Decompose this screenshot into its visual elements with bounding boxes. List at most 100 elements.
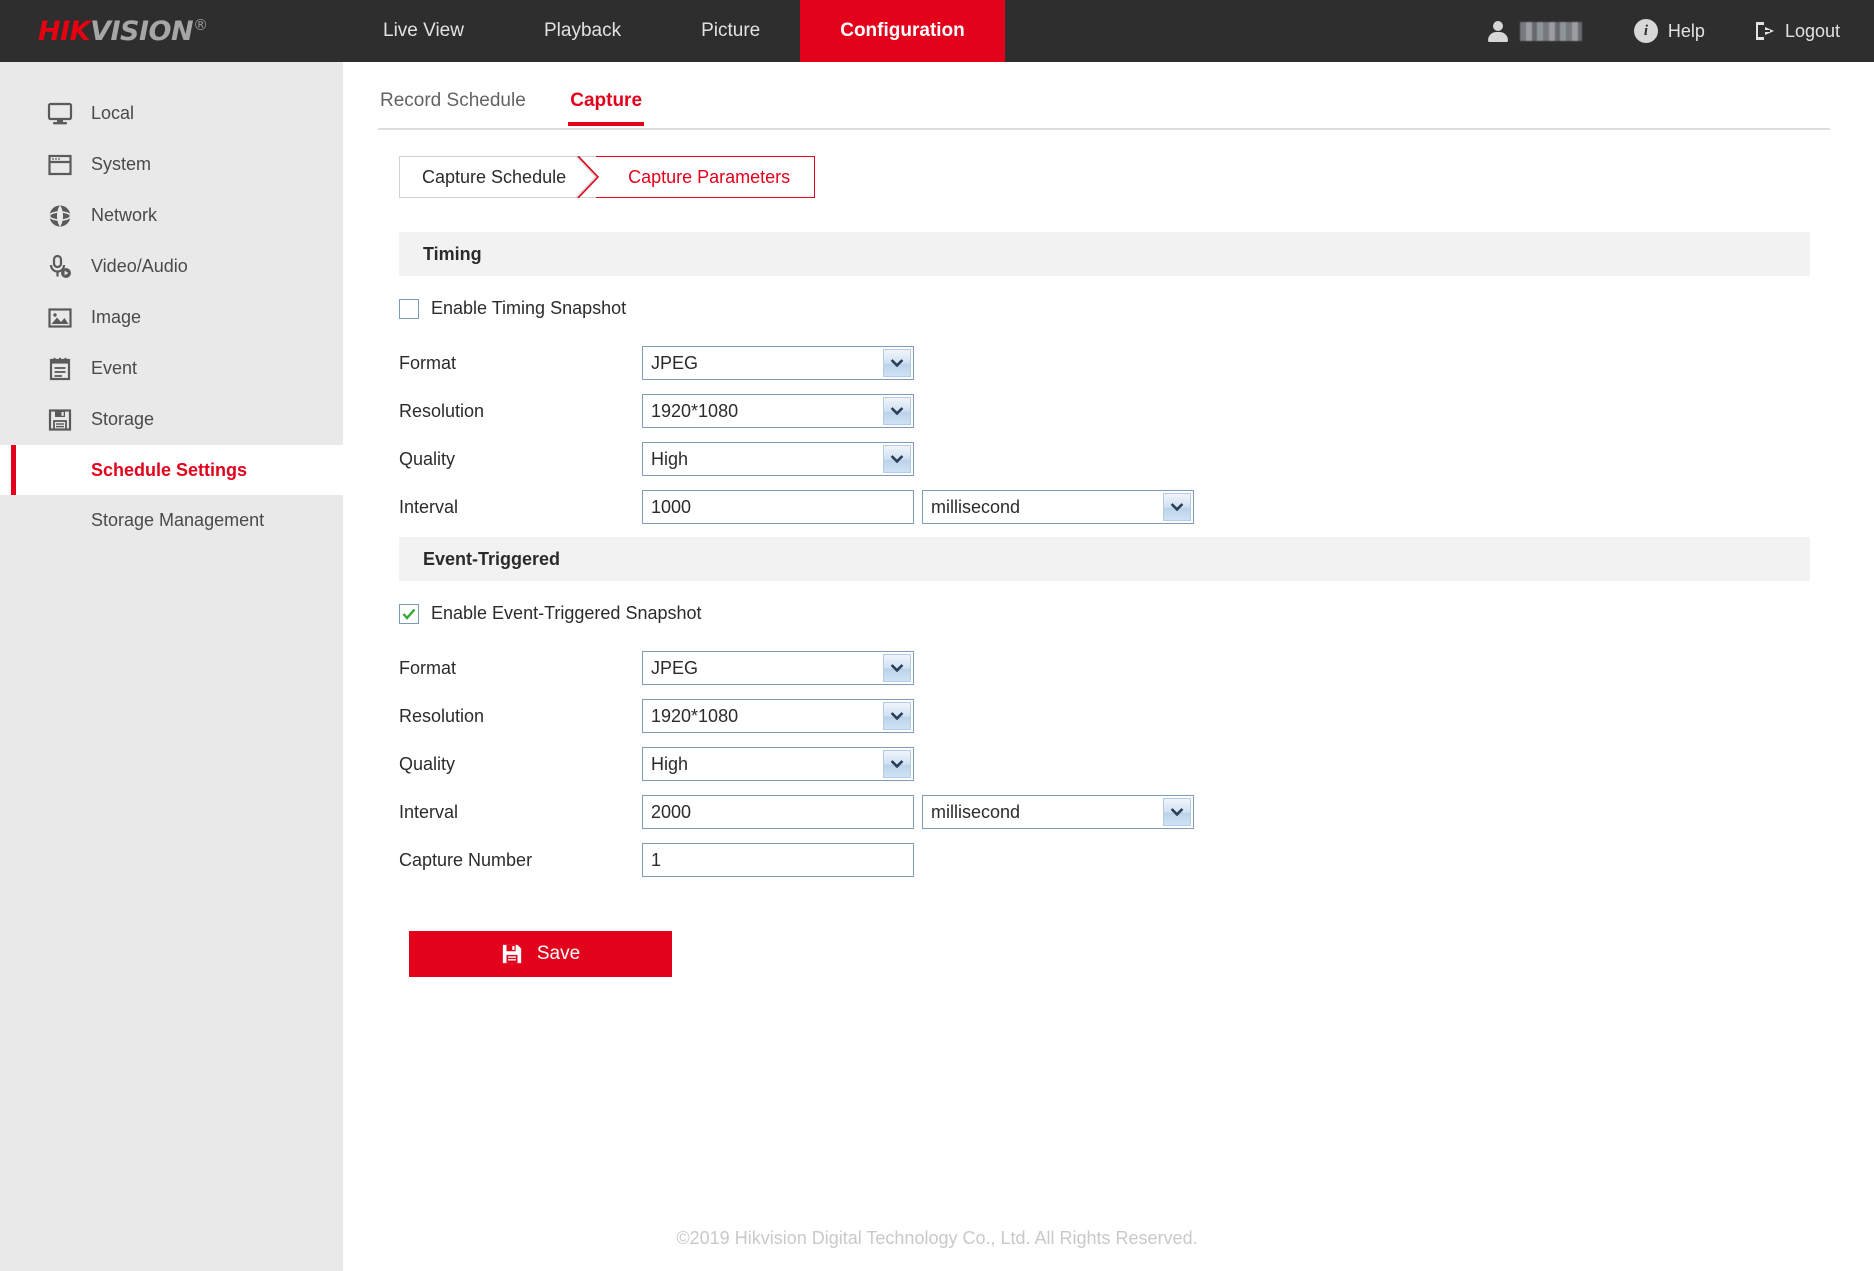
event-quality-label: Quality <box>399 753 456 774</box>
logo-vision-text: VISION <box>90 15 194 47</box>
sidebar: Local System Network Video/Audio Image E… <box>0 62 343 1271</box>
mic-video-icon <box>45 252 75 282</box>
event-interval-unit-select[interactable]: millisecond <box>922 795 1194 829</box>
sidebar-item-image[interactable]: Image <box>0 292 343 343</box>
timing-format-row: Format JPEG <box>399 346 914 380</box>
sidebar-item-label: Local <box>91 103 135 123</box>
timing-resolution-row: Resolution 1920*1080 <box>399 394 914 428</box>
step-capture-parameters[interactable]: Capture Parameters <box>596 156 816 198</box>
section-title: Event-Triggered <box>423 548 561 569</box>
tab-capture[interactable]: Capture <box>568 84 644 126</box>
sidebar-item-storage[interactable]: Storage <box>0 394 343 445</box>
enable-timing-snapshot-checkbox[interactable] <box>399 298 419 319</box>
enable-event-triggered-snapshot-row[interactable]: Enable Event-Triggered Snapshot <box>399 603 702 624</box>
timing-format-select[interactable]: JPEG <box>642 346 914 380</box>
username-redacted <box>1519 21 1582 41</box>
event-interval-input[interactable] <box>642 795 914 829</box>
event-quality-value: High <box>651 753 689 774</box>
event-quality-select[interactable]: High <box>642 747 914 781</box>
notepad-icon <box>45 354 75 384</box>
sidebar-item-label: Storage <box>91 409 155 429</box>
event-interval-label: Interval <box>399 801 459 822</box>
event-format-select[interactable]: JPEG <box>642 651 914 685</box>
top-bar-right: i Help Logout <box>1487 0 1874 62</box>
sidebar-item-label: Video/Audio <box>91 256 188 276</box>
timing-interval-label: Interval <box>399 496 459 517</box>
timing-resolution-select[interactable]: 1920*1080 <box>642 394 914 428</box>
event-format-row: Format JPEG <box>399 651 914 685</box>
chevron-down-icon[interactable] <box>883 654 911 682</box>
sidebar-item-label: Network <box>91 205 158 225</box>
event-capture-number-label: Capture Number <box>399 849 533 870</box>
nav-item-playback[interactable]: Playback <box>504 0 661 62</box>
hikvision-logo: HIKVISION® <box>38 16 208 47</box>
sidebar-item-label: Event <box>91 358 138 378</box>
event-interval-unit-value: millisecond <box>931 801 1021 822</box>
timing-interval-unit-select[interactable]: millisecond <box>922 490 1194 524</box>
floppy-icon <box>501 943 523 965</box>
chevron-down-icon[interactable] <box>883 702 911 730</box>
chevron-down-icon[interactable] <box>1163 798 1191 826</box>
nav-item-live-view[interactable]: Live View <box>343 0 504 62</box>
timing-interval-unit-value: millisecond <box>931 496 1021 517</box>
sidebar-item-label: System <box>91 154 152 174</box>
monitor-icon <box>45 99 75 129</box>
enable-event-triggered-snapshot-checkbox[interactable] <box>399 603 419 624</box>
timing-resolution-value: 1920*1080 <box>651 400 739 421</box>
section-header-event-triggered: Event-Triggered <box>399 537 1810 581</box>
chevron-down-icon[interactable] <box>883 397 911 425</box>
logout-label: Logout <box>1784 20 1840 41</box>
timing-quality-label: Quality <box>399 448 456 469</box>
sidebar-subitem-label: Storage Management <box>91 509 265 530</box>
sidebar-item-storage-management[interactable]: Storage Management <box>0 495 343 545</box>
user-account[interactable] <box>1487 20 1582 42</box>
timing-quality-row: Quality High <box>399 442 914 476</box>
info-icon: i <box>1633 19 1658 43</box>
sidebar-item-local[interactable]: Local <box>0 88 343 139</box>
chevron-down-icon[interactable] <box>1163 493 1191 521</box>
event-interval-row: Interval millisecond <box>399 795 1194 829</box>
nav-item-picture[interactable]: Picture <box>661 0 800 62</box>
event-quality-row: Quality High <box>399 747 914 781</box>
timing-quality-select[interactable]: High <box>642 442 914 476</box>
event-capture-number-row: Capture Number <box>399 843 914 877</box>
chevron-down-icon[interactable] <box>883 445 911 473</box>
event-format-value: JPEG <box>651 657 699 678</box>
sidebar-item-schedule-settings[interactable]: Schedule Settings <box>0 445 343 495</box>
section-header-timing: Timing <box>399 232 1810 276</box>
nav-item-configuration[interactable]: Configuration <box>800 0 1005 62</box>
chevron-down-icon[interactable] <box>883 349 911 377</box>
sidebar-item-video-audio[interactable]: Video/Audio <box>0 241 343 292</box>
sidebar-item-label: Image <box>91 307 142 327</box>
sidebar-item-network[interactable]: Network <box>0 190 343 241</box>
step-label: Capture Parameters <box>628 166 791 187</box>
tab-record-schedule[interactable]: Record Schedule <box>378 84 528 124</box>
event-resolution-select[interactable]: 1920*1080 <box>642 699 914 733</box>
sidebar-item-event[interactable]: Event <box>0 343 343 394</box>
enable-timing-snapshot-label: Enable Timing Snapshot <box>431 298 627 318</box>
timing-format-label: Format <box>399 352 457 373</box>
content-tabs: Record Schedule Capture <box>378 82 1830 130</box>
logout-icon <box>1753 20 1775 42</box>
step-tabs: Capture Schedule Capture Parameters <box>399 156 816 198</box>
sidebar-subitem-label: Schedule Settings <box>91 459 248 480</box>
top-bar: HIKVISION® Live View Playback Picture Co… <box>0 0 1874 62</box>
floppy-icon <box>45 405 75 435</box>
step-capture-schedule[interactable]: Capture Schedule <box>399 156 597 198</box>
save-button[interactable]: Save <box>409 931 672 977</box>
timing-interval-input[interactable] <box>642 490 914 524</box>
logout-button[interactable]: Logout <box>1753 20 1840 42</box>
event-resolution-row: Resolution 1920*1080 <box>399 699 914 733</box>
event-resolution-value: 1920*1080 <box>651 705 739 726</box>
enable-event-triggered-snapshot-label: Enable Event-Triggered Snapshot <box>431 603 702 623</box>
registered-mark-icon: ® <box>193 15 208 34</box>
globe-icon <box>45 201 75 231</box>
chevron-down-icon[interactable] <box>883 750 911 778</box>
event-capture-number-input[interactable] <box>642 843 914 877</box>
brand-logo: HIKVISION® <box>0 0 343 62</box>
sidebar-item-system[interactable]: System <box>0 139 343 190</box>
timing-format-value: JPEG <box>651 352 699 373</box>
help-label: Help <box>1667 20 1705 41</box>
help-button[interactable]: i Help <box>1633 19 1705 43</box>
enable-timing-snapshot-row[interactable]: Enable Timing Snapshot <box>399 298 626 319</box>
